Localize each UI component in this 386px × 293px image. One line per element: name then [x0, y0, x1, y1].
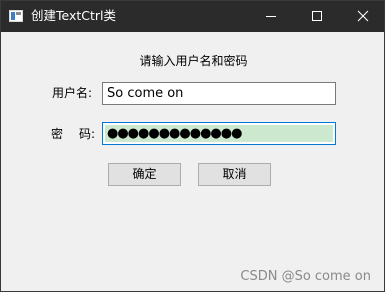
watermark-text: CSDN @So come on [240, 269, 371, 284]
password-label: 密 码: [51, 125, 95, 142]
dialog-window: 创建TextCtrl类 请输入用户名和密码 用户名: 密 码: ●●●●●●●●●… [0, 0, 385, 292]
close-button[interactable] [340, 1, 386, 32]
maximize-button[interactable] [294, 1, 340, 32]
maximize-icon [312, 11, 322, 21]
cancel-button[interactable]: 取消 [198, 163, 271, 186]
app-icon [9, 10, 23, 22]
password-masked-value[interactable]: ●●●●●●●●●●●●● [105, 125, 333, 142]
password-label-second: 码: [79, 127, 96, 141]
minimize-button[interactable] [248, 1, 294, 32]
ok-button[interactable]: 确定 [108, 163, 181, 186]
close-icon [357, 10, 369, 22]
username-field[interactable] [102, 82, 336, 105]
prompt-text: 请输入用户名和密码 [139, 54, 248, 68]
minimize-icon [266, 16, 276, 17]
username-label: 用户名: [52, 86, 93, 100]
password-label-first: 密 [51, 127, 64, 141]
title-bar[interactable]: 创建TextCtrl类 [1, 1, 384, 32]
window-title: 创建TextCtrl类 [31, 8, 117, 23]
